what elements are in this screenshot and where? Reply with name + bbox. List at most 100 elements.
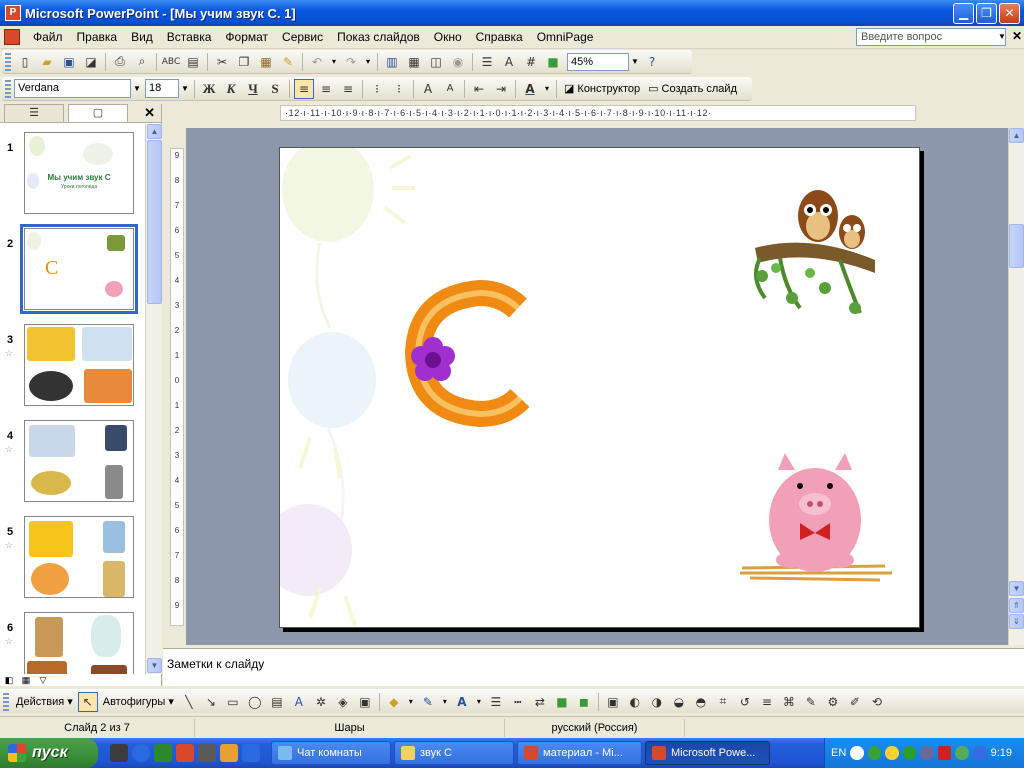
powerpoint-icon[interactable] <box>176 744 194 762</box>
brightness-icon[interactable]: ◒ <box>669 692 689 712</box>
color-grayscale-icon[interactable]: ■ <box>543 52 563 72</box>
word-icon[interactable] <box>242 744 260 762</box>
rotate-icon[interactable]: ↺ <box>735 692 755 712</box>
slide-thumbnail-3[interactable] <box>24 324 134 406</box>
scroll-down-icon[interactable]: ▼ <box>1009 581 1024 596</box>
brightness-down-icon[interactable]: ◓ <box>691 692 711 712</box>
3d-style-icon[interactable]: ◼ <box>574 692 594 712</box>
help-search-input[interactable]: Введите вопрос <box>856 28 1006 46</box>
recolor-icon[interactable]: ✎ <box>801 692 821 712</box>
slide-thumbnail-4[interactable] <box>24 420 134 502</box>
taskbar-button-powerpoint[interactable]: Microsoft Powe... <box>645 741 770 765</box>
insert-chart-icon[interactable]: ▥ <box>382 52 402 72</box>
menu-omnipage[interactable]: OmniPage <box>530 28 601 46</box>
italic-button[interactable]: К <box>221 79 241 99</box>
copy-icon[interactable]: ❐ <box>234 52 254 72</box>
actions-menu-button[interactable]: Действия ▾ <box>12 695 77 709</box>
calendar-icon[interactable] <box>198 744 216 762</box>
slide-canvas[interactable] <box>279 147 920 628</box>
redo-icon[interactable]: ↷ <box>341 52 361 72</box>
print-icon[interactable]: ⎙ <box>110 52 130 72</box>
taskbar-button-chat[interactable]: Чат комнаты <box>271 741 391 765</box>
line-color-dropdown-icon[interactable]: ▾ <box>439 693 451 711</box>
dash-style-icon[interactable]: ┅ <box>508 692 528 712</box>
fill-dropdown-icon[interactable]: ▾ <box>405 693 417 711</box>
increase-indent-icon[interactable]: ⇥ <box>491 79 511 99</box>
select-pointer-icon[interactable]: ↖ <box>77 691 98 712</box>
scroll-up-icon[interactable]: ▲ <box>147 124 162 139</box>
underline-button[interactable]: Ч <box>243 79 263 99</box>
bluetooth-icon[interactable] <box>973 746 987 760</box>
tab-slides[interactable]: ▢ <box>68 104 128 122</box>
new-document-icon[interactable]: ▯ <box>15 52 35 72</box>
powerpoint-app-icon[interactable]: P <box>5 5 21 21</box>
normal-view-icon[interactable]: ◧ <box>2 674 16 686</box>
bullets-icon[interactable]: ⁝ <box>389 79 409 99</box>
line-color-icon[interactable]: ✎ <box>418 692 438 712</box>
excel-icon[interactable] <box>154 744 172 762</box>
menu-format[interactable]: Формат <box>218 28 275 46</box>
start-button[interactable]: пуск <box>0 738 98 768</box>
undo-dropdown-icon[interactable]: ▾ <box>328 53 340 71</box>
scroll-up-icon[interactable]: ▲ <box>1009 128 1024 143</box>
arrow-icon[interactable]: ↘ <box>201 692 221 712</box>
redo-dropdown-icon[interactable]: ▾ <box>362 53 374 71</box>
zoom-dropdown-icon[interactable]: ▼ <box>629 53 641 71</box>
scroll-thumb[interactable] <box>147 140 162 304</box>
expand-all-icon[interactable]: ☰ <box>477 52 497 72</box>
autoshapes-menu-button[interactable]: Автофигуры ▾ <box>99 695 178 709</box>
slide-thumbnail-2[interactable]: С <box>20 224 138 314</box>
thumbnails-scrollbar[interactable]: ▲ ▼ <box>145 124 162 674</box>
taskbar-button-material[interactable]: материал - Mi... <box>517 741 642 765</box>
previous-slide-icon[interactable]: ⇑ <box>1009 598 1024 613</box>
undo-icon[interactable]: ↶ <box>307 52 327 72</box>
cut-icon[interactable]: ✂ <box>212 52 232 72</box>
network-icon[interactable] <box>867 746 882 760</box>
textbox-icon[interactable]: ▤ <box>267 692 287 712</box>
panel-close-icon[interactable]: ✕ <box>144 104 155 122</box>
menu-view[interactable]: Вид <box>124 28 160 46</box>
zoom-select[interactable]: 45% <box>567 52 629 71</box>
font-color-icon[interactable]: A <box>452 692 472 712</box>
tab-outline[interactable]: ☰ <box>4 104 64 122</box>
font-color-icon[interactable]: A <box>520 79 540 99</box>
monitor-icon[interactable] <box>920 746 934 760</box>
numbering-icon[interactable]: ⁝ <box>367 79 387 99</box>
restore-button[interactable]: ❐ <box>976 2 997 24</box>
scroll-down-icon[interactable]: ▼ <box>147 658 162 673</box>
arrow-style-icon[interactable]: ⇄ <box>530 692 550 712</box>
research-icon[interactable]: ▤ <box>183 52 203 72</box>
shadow-style-icon[interactable]: ■ <box>552 692 572 712</box>
designer-button[interactable]: ◪ Конструктор <box>560 82 644 96</box>
security-icon[interactable] <box>955 746 969 760</box>
close-button[interactable]: ✕ <box>999 2 1020 24</box>
toolbar-grip[interactable] <box>3 692 9 711</box>
font-name-dropdown-icon[interactable]: ▼ <box>131 80 143 98</box>
permission-icon[interactable]: ◪ <box>81 52 101 72</box>
toolbar-grip[interactable] <box>5 79 11 98</box>
insert-picture-icon[interactable]: ◉ <box>448 52 468 72</box>
document-close-icon[interactable]: ✕ <box>1012 29 1022 43</box>
font-name-select[interactable]: Verdana <box>14 79 131 98</box>
slide-sorter-icon[interactable]: ▦ <box>19 674 33 686</box>
align-left-icon[interactable]: ≡ <box>294 78 314 99</box>
slide-thumbnail-5[interactable] <box>24 516 134 598</box>
next-slide-icon[interactable]: ⇓ <box>1009 614 1024 629</box>
picture-insert-icon[interactable]: ▣ <box>603 692 623 712</box>
slideshow-icon[interactable]: ▽ <box>36 674 50 686</box>
menu-tools[interactable]: Сервис <box>275 28 330 46</box>
format-painter-icon[interactable]: ✎ <box>278 52 298 72</box>
line-icon[interactable]: ╲ <box>179 692 199 712</box>
help-icon[interactable]: ? <box>642 52 662 72</box>
language-indicator[interactable]: EN <box>831 747 846 759</box>
compress-icon[interactable]: ⌘ <box>779 692 799 712</box>
decrease-indent-icon[interactable]: ⇤ <box>469 79 489 99</box>
document-icon[interactable] <box>4 29 20 45</box>
print-preview-icon[interactable]: ⌕ <box>132 52 152 72</box>
show-desktop-icon[interactable] <box>110 744 128 762</box>
bold-button[interactable]: Ж <box>199 79 219 99</box>
line-weight-icon[interactable]: ≡ <box>757 692 777 712</box>
color-icon[interactable]: ◐ <box>625 692 645 712</box>
line-style-icon[interactable]: ☰ <box>486 692 506 712</box>
menu-file[interactable]: Файл <box>26 28 70 46</box>
